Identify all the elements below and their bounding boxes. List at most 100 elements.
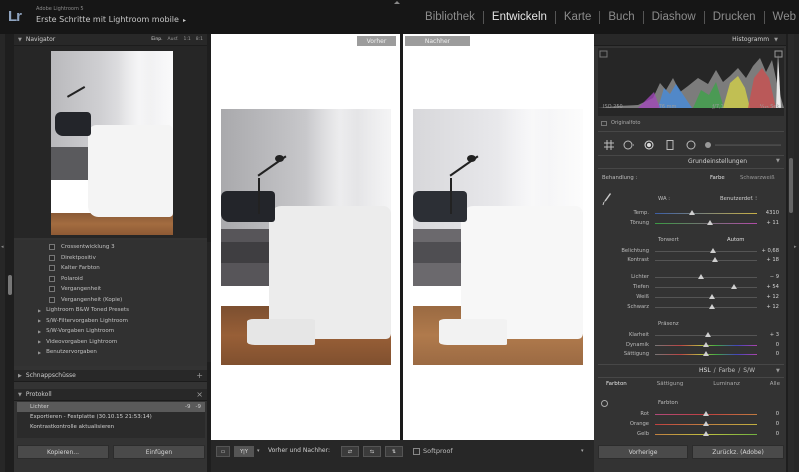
clear-history-button[interactable]: × — [196, 390, 203, 399]
slider-temp[interactable]: Temp. 4310 — [598, 209, 784, 217]
module-print[interactable]: Drucken — [705, 11, 765, 24]
view-dropdown-icon[interactable]: ▾ — [257, 448, 260, 454]
auto-tone-button[interactable]: Autom — [727, 237, 744, 243]
preset-item[interactable]: Kalter Farbton — [32, 263, 202, 274]
copy-after-to-before-button[interactable]: ⇆ — [363, 446, 381, 457]
hsl-mode-color[interactable]: Farbe — [719, 367, 736, 374]
crop-overlay-icon[interactable] — [603, 140, 615, 150]
slider-value[interactable]: + 0,68 — [761, 248, 779, 254]
slider-clarity[interactable]: Klarheit + 3 — [598, 331, 784, 339]
slider-knob[interactable] — [697, 274, 704, 279]
slider-contrast[interactable]: Kontrast + 18 — [598, 256, 784, 264]
preset-item[interactable]: Vergangenheit — [32, 284, 202, 295]
module-slideshow[interactable]: Diashow — [644, 11, 705, 24]
slider-knob[interactable] — [703, 351, 709, 356]
adjustment-brush-icon[interactable] — [703, 140, 781, 150]
copy-settings-button[interactable]: Kopieren... — [17, 445, 109, 459]
collapse-triangle-icon[interactable]: ▼ — [776, 368, 780, 374]
red-eye-icon[interactable] — [643, 140, 655, 150]
navigator-thumbnail[interactable] — [51, 51, 173, 235]
toolbar-menu-icon[interactable]: ▾ — [581, 448, 584, 454]
collapse-triangle-icon[interactable]: ▼ — [776, 158, 780, 164]
module-book[interactable]: Buch — [600, 11, 644, 24]
slider-knob[interactable] — [707, 220, 714, 225]
tab-luminance[interactable]: Luminanz — [713, 381, 740, 387]
slider-value[interactable]: 0 — [776, 342, 779, 348]
collapse-top-icon[interactable] — [394, 1, 400, 4]
original-photo-toggle[interactable]: Originalfoto — [601, 120, 640, 126]
module-map[interactable]: Karte — [556, 11, 601, 24]
slider-saturation[interactable]: Sättigung 0 — [598, 350, 784, 358]
before-after-view-button[interactable]: Y|Y — [234, 446, 254, 457]
slider-value[interactable]: + 54 — [766, 284, 779, 290]
slider-vibrance[interactable]: Dynamik 0 — [598, 341, 784, 349]
slider-value[interactable]: 4310 — [766, 210, 779, 216]
after-photo[interactable] — [413, 109, 583, 365]
radial-filter-icon[interactable] — [685, 140, 697, 150]
collapse-right-icon[interactable]: ▸ — [794, 244, 797, 250]
preset-folder[interactable]: ▶ Lightroom B&W Toned Presets — [32, 305, 202, 316]
targeted-adjustment-icon[interactable] — [601, 400, 608, 407]
slider-knob[interactable] — [709, 294, 716, 299]
preset-item[interactable]: Polaroid — [32, 274, 202, 285]
slider-value[interactable]: 0 — [776, 431, 779, 437]
zoom-fill[interactable]: Ausf. — [168, 37, 179, 42]
slider-value[interactable]: + 18 — [766, 257, 779, 263]
copy-before-to-after-button[interactable]: ⇄ — [341, 446, 359, 457]
history-row[interactable]: Lichter -9 -9 — [17, 402, 205, 412]
slider-value[interactable]: + 3 — [770, 332, 779, 338]
history-row[interactable]: Exportieren - Festplatte (30.10.15 21:53… — [17, 412, 205, 422]
tab-hue[interactable]: Farbton — [606, 381, 627, 387]
left-edge-strip[interactable] — [0, 34, 5, 472]
preset-folder[interactable]: ▶ Benutzervorgaben — [32, 347, 202, 358]
slider-knob[interactable] — [730, 284, 737, 289]
tab-all[interactable]: Alle — [770, 381, 780, 387]
slider-knob[interactable] — [703, 421, 709, 426]
slider-value[interactable]: + 11 — [766, 220, 779, 226]
wb-preset-select[interactable]: Benutzerdef. ⁝ — [720, 196, 757, 202]
history-row[interactable]: Kontrastkontrolle aktualisieren — [17, 422, 205, 432]
softproof-checkbox[interactable] — [413, 448, 420, 455]
zoom-1-1[interactable]: 1:1 — [184, 37, 191, 42]
reset-button[interactable]: Zurückz. (Adobe) — [692, 445, 784, 459]
collapse-left-icon[interactable]: ◂ — [1, 244, 4, 250]
hsl-panel-title[interactable]: HSL / Farbe / S/W — [699, 367, 755, 374]
slider-knob[interactable] — [703, 342, 709, 347]
slider-knob[interactable] — [688, 210, 695, 215]
preset-folder[interactable]: ▶ S/W-Vorgaben Lightroom — [32, 326, 202, 337]
histogram-header[interactable]: Histogramm ▼ — [594, 34, 786, 46]
slider-knob[interactable] — [709, 304, 716, 309]
slider-knob[interactable] — [703, 411, 709, 416]
slider-knob[interactable] — [712, 257, 719, 262]
hsl-mode-bw[interactable]: S/W — [743, 367, 755, 374]
slider-highlights[interactable]: Lichter − 9 — [598, 273, 784, 281]
treatment-bw[interactable]: Schwarzweiß — [740, 175, 775, 181]
right-edge-strip[interactable] — [794, 34, 799, 472]
treatment-color[interactable]: Farbe — [710, 175, 725, 181]
paste-settings-button[interactable]: Einfügen — [113, 445, 205, 459]
preset-item[interactable]: Vergangenheit (Kopie) — [32, 295, 202, 306]
slider-knob[interactable] — [705, 332, 712, 337]
slider-value[interactable]: 0 — [776, 421, 779, 427]
catalog-title[interactable]: Erste Schritte mit Lightroom mobile ▸ — [36, 15, 186, 24]
loupe-view-button[interactable]: ▭ — [216, 446, 230, 457]
slider-knob[interactable] — [703, 431, 709, 436]
slider-value[interactable]: 0 — [776, 411, 779, 417]
preset-folder[interactable]: ▶ Videovorgaben Lightroom — [32, 337, 202, 348]
graduated-filter-icon[interactable] — [664, 140, 676, 150]
slider-whites[interactable]: Weiß + 12 — [598, 293, 784, 301]
slider-hue-orange[interactable]: Orange 0 — [598, 420, 784, 428]
slider-exposure[interactable]: Belichtung + 0,68 — [598, 247, 784, 255]
left-scrollbar-thumb[interactable] — [8, 275, 12, 295]
tab-saturation[interactable]: Sättigung — [657, 381, 684, 387]
navigator-header[interactable]: ▼ Navigator Einp. Ausf. 1:1 8:1 — [14, 34, 207, 46]
zoom-8-1[interactable]: 8:1 — [196, 37, 203, 42]
module-library[interactable]: Bibliothek — [417, 11, 484, 24]
zoom-fit[interactable]: Einp. — [151, 37, 162, 42]
basic-panel-title[interactable]: Grundeinstellungen — [688, 158, 747, 165]
slider-blacks[interactable]: Schwarz + 12 — [598, 303, 784, 311]
hsl-mode-hsl[interactable]: HSL — [699, 367, 711, 374]
before-photo[interactable] — [221, 109, 391, 365]
slider-value[interactable]: − 9 — [770, 274, 779, 280]
add-snapshot-button[interactable]: + — [196, 371, 203, 380]
